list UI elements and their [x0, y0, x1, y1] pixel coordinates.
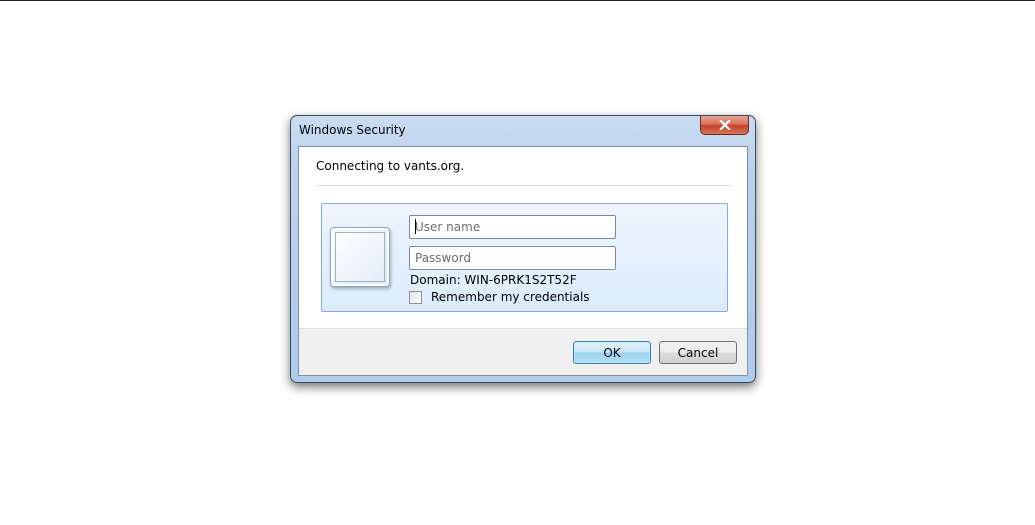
close-x-icon: [718, 120, 731, 130]
credential-tile[interactable]: Domain: WIN-6PRK1S2T52F Remember my cred…: [321, 203, 728, 312]
remember-credentials-row[interactable]: Remember my credentials: [409, 290, 590, 304]
remember-credentials-checkbox[interactable]: [409, 290, 422, 304]
username-input[interactable]: [409, 215, 616, 239]
dialog-button-bar: OK Cancel: [299, 328, 747, 375]
connecting-message: Connecting to vants.org.: [316, 159, 465, 173]
window-top-edge: [0, 0, 1035, 1]
remember-credentials-label[interactable]: Remember my credentials: [431, 290, 590, 304]
header-separator: [316, 185, 732, 186]
cancel-button[interactable]: Cancel: [659, 341, 737, 364]
dialog-title: Windows Security: [299, 123, 406, 137]
ok-button[interactable]: OK: [573, 341, 651, 364]
text-caret: [415, 219, 416, 234]
domain-label: Domain: WIN-6PRK1S2T52F: [410, 273, 577, 287]
user-tile-icon: [330, 227, 390, 287]
password-input[interactable]: [409, 246, 616, 270]
close-button[interactable]: [700, 116, 749, 135]
user-tile-frame: [335, 232, 385, 282]
windows-security-dialog: Windows Security Connecting to vants.org…: [290, 115, 756, 383]
dialog-client-area: Connecting to vants.org. Domain: WIN-6PR…: [298, 146, 748, 376]
